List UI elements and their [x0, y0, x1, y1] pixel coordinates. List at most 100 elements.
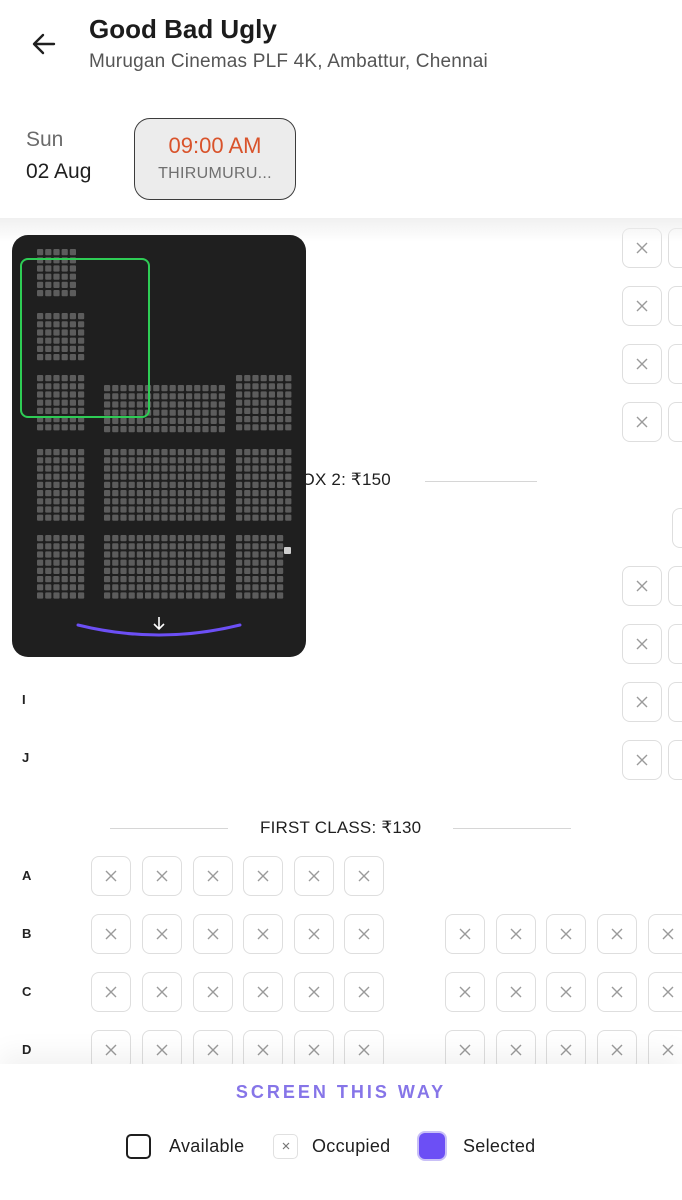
seat-occupied[interactable]: [193, 1030, 233, 1064]
minimap-viewport-indicator[interactable]: [20, 258, 150, 418]
seat-occupied[interactable]: [668, 566, 682, 606]
seat-occupied[interactable]: [294, 856, 334, 896]
seat-occupied[interactable]: [344, 914, 384, 954]
minimap-seat: [78, 465, 85, 472]
x-icon: [662, 986, 674, 998]
seat-occupied[interactable]: [496, 1030, 536, 1064]
seat-occupied[interactable]: [622, 740, 662, 780]
minimap-seat: [104, 417, 111, 424]
minimap-seat: [277, 407, 284, 414]
seat-occupied[interactable]: [445, 972, 485, 1012]
minimap-seat: [153, 465, 160, 472]
seat-occupied[interactable]: [672, 508, 682, 548]
minimap-seat: [69, 592, 76, 599]
seat-occupied[interactable]: [344, 1030, 384, 1064]
minimap-seat: [53, 457, 60, 464]
minimap-seat: [194, 401, 201, 408]
seat-occupied[interactable]: [496, 972, 536, 1012]
seat-occupied[interactable]: [546, 1030, 586, 1064]
seat-occupied[interactable]: [142, 1030, 182, 1064]
seat-occupied[interactable]: [622, 682, 662, 722]
movie-title: Good Bad Ugly: [89, 14, 277, 44]
seat-occupied[interactable]: [344, 856, 384, 896]
seat-occupied[interactable]: [243, 914, 283, 954]
x-icon: [611, 928, 623, 940]
seat-occupied[interactable]: [597, 1030, 637, 1064]
seat-occupied[interactable]: [294, 972, 334, 1012]
seat-occupied[interactable]: [193, 914, 233, 954]
seat-occupied[interactable]: [91, 856, 131, 896]
minimap-seat: [45, 543, 52, 550]
seat-occupied[interactable]: [91, 1030, 131, 1064]
showtime-chip-selected[interactable]: 09:00 AM THIRUMURU...: [134, 118, 296, 200]
minimap-seat: [236, 399, 243, 406]
seat-occupied[interactable]: [546, 914, 586, 954]
minimap-seat: [169, 481, 176, 488]
show-date[interactable]: Sun 02 Aug: [26, 128, 91, 184]
minimap-seat-highlight: [284, 547, 291, 554]
minimap-seat: [45, 567, 52, 574]
seat-occupied[interactable]: [142, 972, 182, 1012]
minimap-seat: [268, 551, 275, 558]
minimap-seat: [244, 543, 251, 550]
back-button[interactable]: [26, 26, 62, 62]
seat-occupied[interactable]: [648, 972, 682, 1012]
x-icon: [207, 928, 219, 940]
seat-occupied[interactable]: [622, 402, 662, 442]
minimap-seat: [128, 535, 135, 542]
seat-occupied[interactable]: [668, 624, 682, 664]
seat-occupied[interactable]: [445, 914, 485, 954]
seat-occupied[interactable]: [445, 1030, 485, 1064]
minimap-seat: [104, 498, 111, 505]
minimap-seat: [177, 385, 184, 392]
seat-occupied[interactable]: [546, 972, 586, 1012]
seat-occupied[interactable]: [142, 914, 182, 954]
seat-occupied[interactable]: [243, 972, 283, 1012]
seat-occupied[interactable]: [622, 566, 662, 606]
seat-minimap[interactable]: [12, 235, 306, 657]
seat-occupied[interactable]: [193, 856, 233, 896]
seat-occupied[interactable]: [243, 856, 283, 896]
minimap-seat: [37, 514, 44, 521]
seat-occupied[interactable]: [597, 972, 637, 1012]
minimap-seat: [218, 576, 225, 583]
minimap-seat: [69, 535, 76, 542]
seat-occupied[interactable]: [91, 972, 131, 1012]
seat-layout[interactable]: BOX 2: ₹150 FIRST CLASS: ₹130 BCDEFGHIJA…: [0, 218, 682, 1064]
seat-occupied[interactable]: [622, 624, 662, 664]
seat-occupied[interactable]: [668, 286, 682, 326]
seat-occupied[interactable]: [496, 914, 536, 954]
minimap-seat: [277, 551, 284, 558]
minimap-seat: [218, 498, 225, 505]
seat-occupied[interactable]: [668, 682, 682, 722]
minimap-seat: [120, 457, 127, 464]
seat-occupied[interactable]: [648, 1030, 682, 1064]
seat-occupied[interactable]: [91, 914, 131, 954]
minimap-seat: [277, 391, 284, 398]
seat-occupied[interactable]: [668, 740, 682, 780]
seat-occupied[interactable]: [294, 1030, 334, 1064]
minimap-seat: [169, 514, 176, 521]
seat-occupied[interactable]: [344, 972, 384, 1012]
minimap-seat: [252, 473, 259, 480]
seat-occupied[interactable]: [193, 972, 233, 1012]
minimap-seat: [61, 457, 68, 464]
x-icon: [636, 754, 648, 766]
seat-occupied[interactable]: [622, 286, 662, 326]
minimap-seat: [69, 481, 76, 488]
seat-occupied[interactable]: [243, 1030, 283, 1064]
minimap-seat: [161, 393, 168, 400]
seat-occupied[interactable]: [142, 856, 182, 896]
seat-occupied[interactable]: [622, 344, 662, 384]
minimap-seat: [136, 449, 143, 456]
seat-occupied[interactable]: [597, 914, 637, 954]
minimap-seat: [194, 481, 201, 488]
seat-occupied[interactable]: [668, 344, 682, 384]
seat-occupied[interactable]: [294, 914, 334, 954]
minimap-seat: [61, 506, 68, 513]
seat-occupied[interactable]: [668, 402, 682, 442]
x-icon: [308, 928, 320, 940]
minimap-seat: [194, 417, 201, 424]
available-seat-swatch: [126, 1133, 151, 1159]
seat-occupied[interactable]: [648, 914, 682, 954]
